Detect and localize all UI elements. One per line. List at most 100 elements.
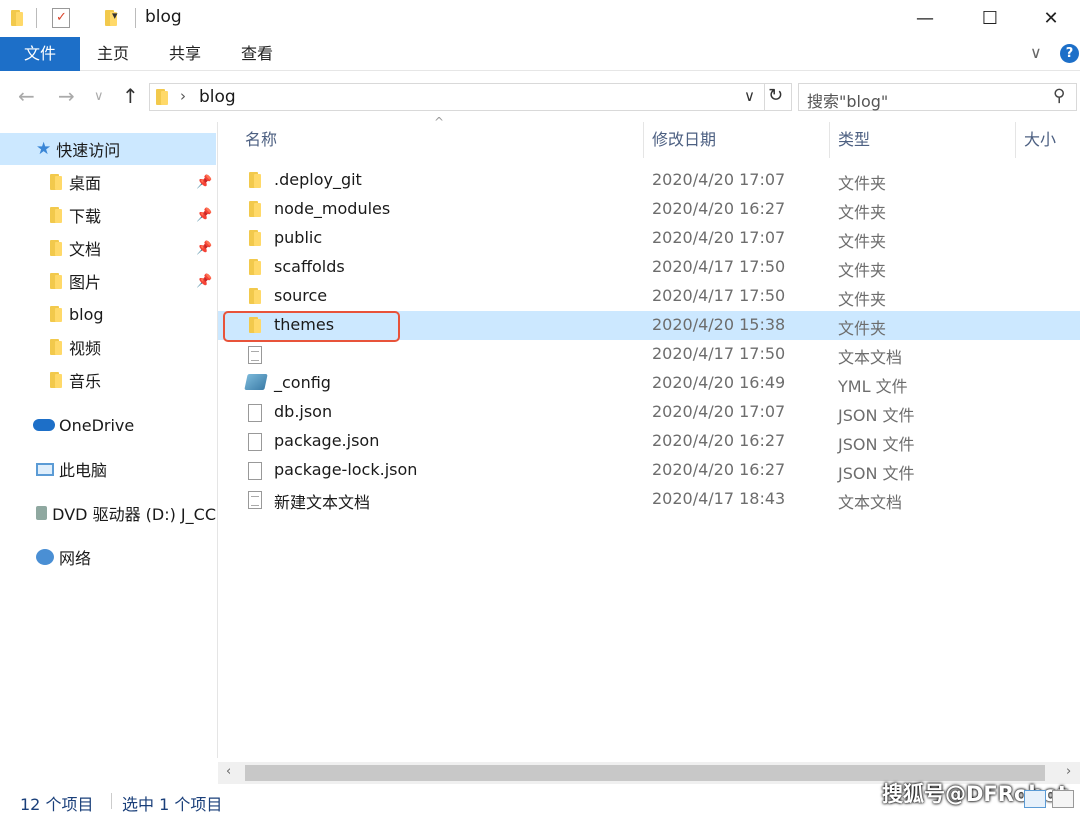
address-dropdown-icon[interactable]: ∨: [744, 87, 755, 105]
sidebar-item-blog[interactable]: blog: [0, 298, 216, 330]
list-item[interactable]: scaffolds 2020/4/17 17:50 文件夹: [240, 253, 1080, 282]
sidebar-item-this-pc[interactable]: 此电脑: [0, 453, 216, 485]
minimize-button[interactable]: —: [892, 0, 958, 36]
file-date: 2020/4/20 16:49: [652, 373, 786, 392]
tab-view[interactable]: 查看: [228, 37, 286, 71]
file-date: 2020/4/17 17:50: [652, 257, 786, 276]
file-name: package-lock.json: [274, 460, 418, 479]
sidebar-item-pictures[interactable]: 图片 📌: [0, 265, 216, 297]
file-name: 新建文本文档: [274, 493, 371, 512]
file-type: 文件夹: [838, 290, 887, 309]
breadcrumb-chevron-icon[interactable]: ›: [180, 87, 186, 105]
sidebar-item-onedrive[interactable]: OneDrive: [0, 409, 216, 441]
title-bar: ✓ ▾ blog — ☐ ✕: [0, 0, 1080, 37]
sidebar-item-label: 快速访问: [56, 141, 121, 160]
tab-home[interactable]: 主页: [84, 37, 142, 71]
music-folder-icon: [49, 372, 64, 388]
maximize-button[interactable]: ☐: [957, 0, 1023, 36]
file-type: 文件夹: [838, 232, 887, 251]
tab-share[interactable]: 共享: [156, 37, 214, 71]
recent-locations-icon[interactable]: ∨: [94, 89, 104, 104]
tab-file[interactable]: 文件: [0, 37, 80, 71]
address-bar[interactable]: › blog ∨ ↻: [149, 83, 792, 111]
scroll-left-icon[interactable]: ‹: [226, 764, 231, 779]
text-file-icon: [248, 346, 262, 364]
file-date: 2020/4/20 16:27: [652, 431, 786, 450]
close-button[interactable]: ✕: [1022, 0, 1080, 36]
sidebar-item-label: 视频: [69, 339, 102, 358]
column-header-size[interactable]: 大小: [1024, 122, 1056, 158]
customize-quick-access-icon[interactable]: ▾: [112, 9, 118, 22]
sidebar-item-music[interactable]: 音乐: [0, 364, 216, 396]
search-input[interactable]: 搜索"blog" ⚲: [798, 83, 1077, 111]
column-divider[interactable]: [829, 122, 830, 158]
list-item[interactable]: db.json 2020/4/20 17:07 JSON 文件: [240, 398, 1080, 427]
column-header-date[interactable]: 修改日期: [652, 122, 716, 158]
star-icon: ★: [36, 139, 52, 159]
search-placeholder: 搜索"blog": [807, 92, 889, 111]
sidebar-item-quick-access[interactable]: ★ 快速访问: [0, 133, 216, 165]
pictures-folder-icon: [49, 273, 64, 289]
sidebar-item-documents[interactable]: 文档 📌: [0, 232, 216, 264]
properties-icon[interactable]: ✓: [52, 8, 70, 28]
pin-icon: 📌: [196, 273, 213, 289]
forward-arrow-icon[interactable]: →: [58, 84, 75, 108]
list-item[interactable]: public 2020/4/20 17:07 文件夹: [240, 224, 1080, 253]
sidebar-item-dvd-drive[interactable]: DVD 驱动器 (D:) J_CC: [0, 497, 216, 529]
list-item[interactable]: 2020/4/17 17:50 文本文档: [240, 340, 1080, 369]
breadcrumb-blog[interactable]: blog: [199, 87, 236, 107]
sidebar-item-label: 下载: [69, 207, 102, 226]
column-header-type[interactable]: 类型: [838, 122, 870, 158]
sidebar-item-label: 图片: [69, 273, 102, 292]
pin-icon: 📌: [196, 207, 213, 223]
divider: [135, 8, 136, 28]
sidebar-item-label: 桌面: [69, 174, 102, 193]
sidebar-item-label: DVD 驱动器 (D:) J_CC: [52, 505, 216, 524]
computer-icon: [36, 462, 54, 476]
column-divider[interactable]: [1015, 122, 1016, 158]
file-name: _config: [274, 373, 331, 392]
file-date: 2020/4/17 18:43: [652, 489, 786, 508]
file-date: 2020/4/20 17:07: [652, 170, 786, 189]
list-item[interactable]: source 2020/4/17 17:50 文件夹: [240, 282, 1080, 311]
list-item[interactable]: .deploy_git 2020/4/20 17:07 文件夹: [240, 166, 1080, 195]
details-view-icon[interactable]: [1024, 790, 1046, 808]
download-folder-icon: [49, 207, 64, 223]
file-date: 2020/4/17 17:50: [652, 286, 786, 305]
file-type: 文件夹: [838, 261, 887, 280]
sidebar-item-label: 此电脑: [59, 461, 108, 480]
expand-ribbon-icon[interactable]: ∨: [1030, 43, 1042, 62]
list-item[interactable]: package.json 2020/4/20 16:27 JSON 文件: [240, 427, 1080, 456]
column-header-name[interactable]: 名称: [245, 122, 277, 158]
file-date: 2020/4/20 17:07: [652, 228, 786, 247]
scroll-right-icon[interactable]: ›: [1066, 764, 1071, 779]
sidebar-item-label: 文档: [69, 240, 102, 259]
folder-icon: [248, 259, 263, 275]
file-date: 2020/4/20 17:07: [652, 402, 786, 421]
up-arrow-icon[interactable]: ↑: [122, 84, 139, 108]
file-name: node_modules: [274, 199, 391, 218]
sidebar-item-desktop[interactable]: 桌面 📌: [0, 166, 216, 198]
list-item[interactable]: node_modules 2020/4/20 16:27 文件夹: [240, 195, 1080, 224]
file-date: 2020/4/17 17:50: [652, 344, 786, 363]
list-item[interactable]: package-lock.json 2020/4/20 16:27 JSON 文…: [240, 456, 1080, 485]
search-icon[interactable]: ⚲: [1053, 86, 1065, 106]
sidebar-item-network[interactable]: 网络: [0, 541, 216, 573]
network-icon: [36, 549, 54, 565]
sidebar-item-videos[interactable]: 视频: [0, 331, 216, 363]
folder-icon: [248, 201, 263, 217]
refresh-icon[interactable]: ↻: [768, 85, 783, 106]
divider: [111, 793, 112, 809]
file-icon: [248, 462, 262, 480]
column-divider[interactable]: [643, 122, 644, 158]
sidebar-item-downloads[interactable]: 下载 📌: [0, 199, 216, 231]
list-item[interactable]: 新建文本文档 2020/4/17 18:43 文本文档: [240, 485, 1080, 514]
file-date: 2020/4/20 16:27: [652, 199, 786, 218]
help-icon[interactable]: ?: [1060, 44, 1079, 63]
sidebar-item-label: 音乐: [69, 372, 102, 391]
back-arrow-icon[interactable]: ←: [18, 84, 35, 108]
list-item[interactable]: _config 2020/4/20 16:49 YML 文件: [240, 369, 1080, 398]
status-bar: 12 个项目 选中 1 个项目 搜狐号@DFRobot: [0, 782, 1080, 814]
large-icons-view-icon[interactable]: [1052, 790, 1074, 808]
item-count: 12 个项目: [20, 795, 94, 814]
